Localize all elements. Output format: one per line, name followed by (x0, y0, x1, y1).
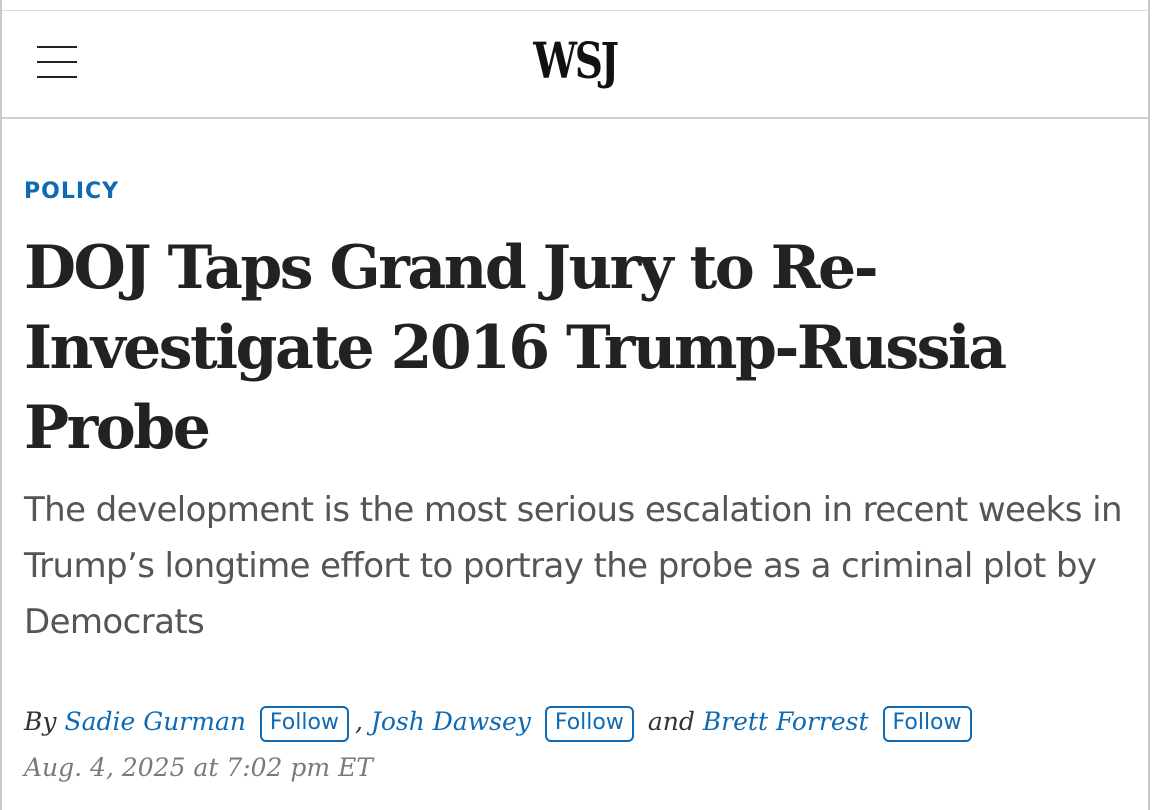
author-link-sadie-gurman[interactable]: Sadie Gurman (64, 707, 246, 736)
follow-button-josh-dawsey[interactable]: Follow (544, 705, 634, 742)
site-header: WSJ (2, 11, 1148, 119)
byline: By Sadie Gurman Follow, Josh Dawsey Foll… (24, 700, 978, 744)
article-dek: The development is the most serious esca… (24, 490, 1123, 642)
byline-separator: , (354, 707, 363, 736)
byline-conjunction: and (647, 707, 695, 736)
follow-button-brett-forrest[interactable]: Follow (882, 705, 972, 742)
section-label[interactable]: POLICY (24, 176, 1134, 208)
wsj-logo[interactable]: WSJ (128, 31, 1022, 90)
byline-prefix: By (24, 707, 57, 736)
follow-button-sadie-gurman[interactable]: Follow (259, 705, 349, 742)
hamburger-menu-icon[interactable] (35, 43, 81, 83)
author-link-brett-forrest[interactable]: Brett Forrest (703, 707, 869, 736)
author-link-josh-dawsey[interactable]: Josh Dawsey (371, 707, 531, 736)
publish-date: Aug. 4, 2025 at 7:02 pm ET (24, 753, 373, 782)
browser-frame: WSJ POLICY DOJ Taps Grand Jury to Re-Inv… (0, 0, 1150, 810)
article-header: POLICY DOJ Taps Grand Jury to Re-Investi… (24, 176, 1134, 650)
headline: DOJ Taps Grand Jury to Re-Investigate 20… (24, 233, 1007, 463)
